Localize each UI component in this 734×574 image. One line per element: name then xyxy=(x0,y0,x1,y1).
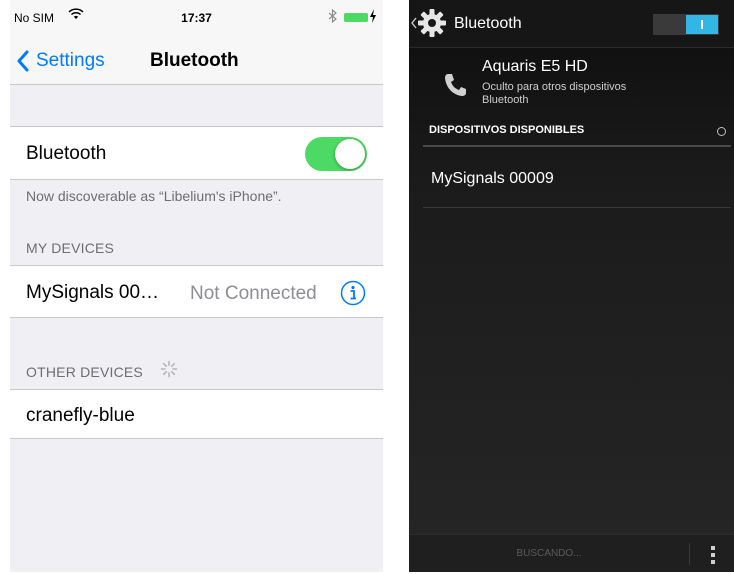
other-device-name: cranefly-blue xyxy=(26,405,135,426)
android-bluetooth-screen: Bluetooth Aquaris E5 HD Oculto para otro… xyxy=(409,0,734,572)
other-device-row[interactable]: cranefly-blue xyxy=(10,389,383,439)
available-device-name: MySignals 00009 xyxy=(431,170,554,187)
bluetooth-toggle-switch[interactable] xyxy=(653,14,719,35)
my-device-name: MySignals 00… xyxy=(26,282,160,303)
bluetooth-toggle-row: Bluetooth xyxy=(10,126,383,180)
section-title: DISPOSITIVOS DISPONIBLES xyxy=(429,124,585,136)
back-to-settings-button[interactable]: Settings xyxy=(16,48,105,74)
available-device-row[interactable]: MySignals 00009 xyxy=(423,150,731,208)
loading-spinner-icon xyxy=(160,360,178,378)
switch-knob xyxy=(335,139,365,169)
this-device-info[interactable]: Aquaris E5 HD Oculto para otros disposit… xyxy=(409,48,734,116)
available-devices-header: DISPOSITIVOS DISPONIBLES xyxy=(423,121,731,147)
scan-button[interactable]: BUSCANDO... xyxy=(409,535,689,572)
ios-status-bar: No SIM 17:37 xyxy=(10,0,383,38)
phone-icon xyxy=(445,74,466,96)
page-title: Bluetooth xyxy=(150,50,239,71)
bluetooth-label: Bluetooth xyxy=(26,143,107,164)
visibility-line-1: Oculto para otros dispositivos xyxy=(482,81,627,93)
other-devices-header: OTHER DEVICES xyxy=(26,364,143,380)
android-bottom-bar: BUSCANDO... xyxy=(409,534,734,572)
bottom-divider xyxy=(689,543,690,565)
my-device-status: Not Connected xyxy=(190,283,317,304)
battery-icon xyxy=(344,13,368,22)
visibility-status: Oculto para otros dispositivos Bluetooth xyxy=(482,81,682,107)
android-title: Bluetooth xyxy=(454,15,522,32)
visibility-line-2: Bluetooth xyxy=(482,94,529,106)
my-devices-header: MY DEVICES xyxy=(26,240,115,256)
overflow-menu-icon[interactable] xyxy=(709,545,717,565)
info-icon[interactable] xyxy=(340,280,366,306)
charging-bolt-icon xyxy=(370,9,376,23)
back-label: Settings xyxy=(36,50,105,71)
discoverable-note: Now discoverable as “Libelium's iPhone”. xyxy=(26,188,282,204)
settings-gear-icon[interactable] xyxy=(417,8,447,38)
my-device-row[interactable]: MySignals 00… Not Connected xyxy=(10,265,383,318)
bluetooth-status-icon xyxy=(328,9,337,23)
ios-navigation-bar: Settings Bluetooth xyxy=(10,38,383,85)
bluetooth-switch[interactable] xyxy=(305,137,367,171)
android-action-bar: Bluetooth xyxy=(409,0,734,48)
ios-bluetooth-screen: No SIM 17:37 Settings Bluetooth Bluetoot… xyxy=(10,0,383,572)
toggle-thumb xyxy=(686,15,718,34)
chevron-left-icon xyxy=(17,50,29,72)
this-device-name: Aquaris E5 HD xyxy=(482,58,588,75)
scanning-progress-icon xyxy=(717,127,726,136)
